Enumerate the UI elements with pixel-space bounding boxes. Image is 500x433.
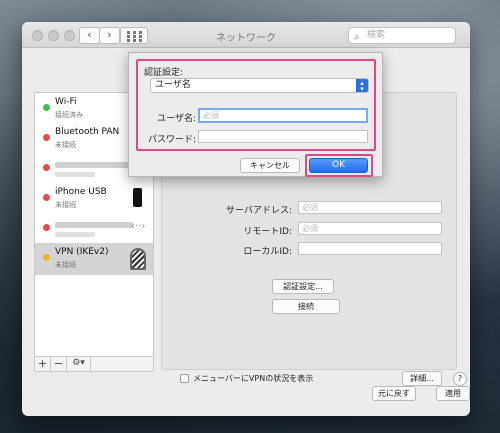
apply-button[interactable]: 適用	[436, 386, 470, 401]
status-dot	[43, 134, 50, 141]
menubar-checkbox[interactable]	[180, 374, 189, 383]
username-label: ユーザ名:	[157, 114, 196, 124]
auth-settings-button[interactable]: 認証設定...	[272, 279, 334, 294]
sidebar-item-vpn-ikev2[interactable]: VPN (IKEv2) 未接続	[35, 243, 153, 275]
cancel-button[interactable]: キャンセル	[240, 158, 300, 173]
connect-button[interactable]: 接続	[272, 299, 340, 314]
redacted-status	[55, 232, 95, 237]
password-field[interactable]	[198, 130, 368, 143]
service-status: 未接続	[55, 141, 76, 149]
status-dot	[43, 254, 50, 261]
redacted-status	[55, 172, 95, 177]
redacted-name	[55, 162, 133, 168]
service-list-toolbar: + − ⚙︎▾	[34, 356, 154, 372]
search-placeholder: 検索	[367, 30, 386, 40]
status-dot	[43, 224, 50, 231]
bridge-arrows-icon: ‹··›	[131, 221, 146, 232]
vpn-lock-icon	[130, 248, 146, 270]
service-status: 未接続	[55, 261, 76, 269]
revert-button[interactable]: 元に戻す	[372, 386, 416, 401]
service-name: Bluetooth PAN	[55, 127, 120, 137]
add-service-button[interactable]: +	[35, 357, 51, 371]
redacted-name	[55, 222, 133, 228]
local-id-field[interactable]	[298, 242, 442, 255]
status-dot	[43, 194, 50, 201]
ok-button[interactable]: OK	[309, 158, 368, 173]
gear-icon[interactable]: ⚙︎▾	[67, 357, 91, 371]
auth-method-select[interactable]: ユーザ名 ▴ ▾	[150, 78, 369, 93]
service-name: VPN (IKEv2)	[55, 247, 109, 257]
username-field[interactable]: 必須	[198, 108, 368, 123]
remove-service-button[interactable]: −	[51, 357, 67, 371]
help-button[interactable]: ?	[453, 372, 467, 386]
chevron-updown-icon: ▴ ▾	[356, 79, 368, 93]
password-label: パスワード:	[147, 135, 196, 145]
service-status: 接続済み	[55, 111, 83, 119]
sheet-title: 認証設定:	[144, 68, 184, 78]
service-name: iPhone USB	[55, 187, 107, 197]
remote-id-label: リモートID:	[243, 227, 292, 237]
server-address-field[interactable]: 必須	[298, 201, 442, 214]
sidebar-item-iphone-usb[interactable]: iPhone USB 未接続	[35, 183, 153, 213]
local-id-label: ローカルID:	[243, 247, 292, 257]
sidebar-item-redacted-2[interactable]: ‹··›	[35, 213, 153, 243]
status-dot	[43, 104, 50, 111]
search-icon: ⌕	[354, 32, 360, 43]
iphone-icon	[133, 188, 142, 207]
details-button[interactable]: 詳細...	[402, 371, 442, 386]
status-dot	[43, 164, 50, 171]
titlebar: ‹ › ネットワーク ⌕ 検索	[22, 22, 470, 48]
menubar-checkbox-label: メニューバーにVPNの状況を表示	[193, 374, 314, 383]
server-address-label: サーバアドレス:	[226, 206, 292, 216]
auth-method-value: ユーザ名	[155, 80, 191, 90]
search-input[interactable]: ⌕ 検索	[348, 27, 456, 44]
service-status: 未接続	[55, 201, 76, 209]
service-name: Wi-Fi	[55, 97, 77, 107]
remote-id-field[interactable]: 必須	[298, 222, 442, 235]
